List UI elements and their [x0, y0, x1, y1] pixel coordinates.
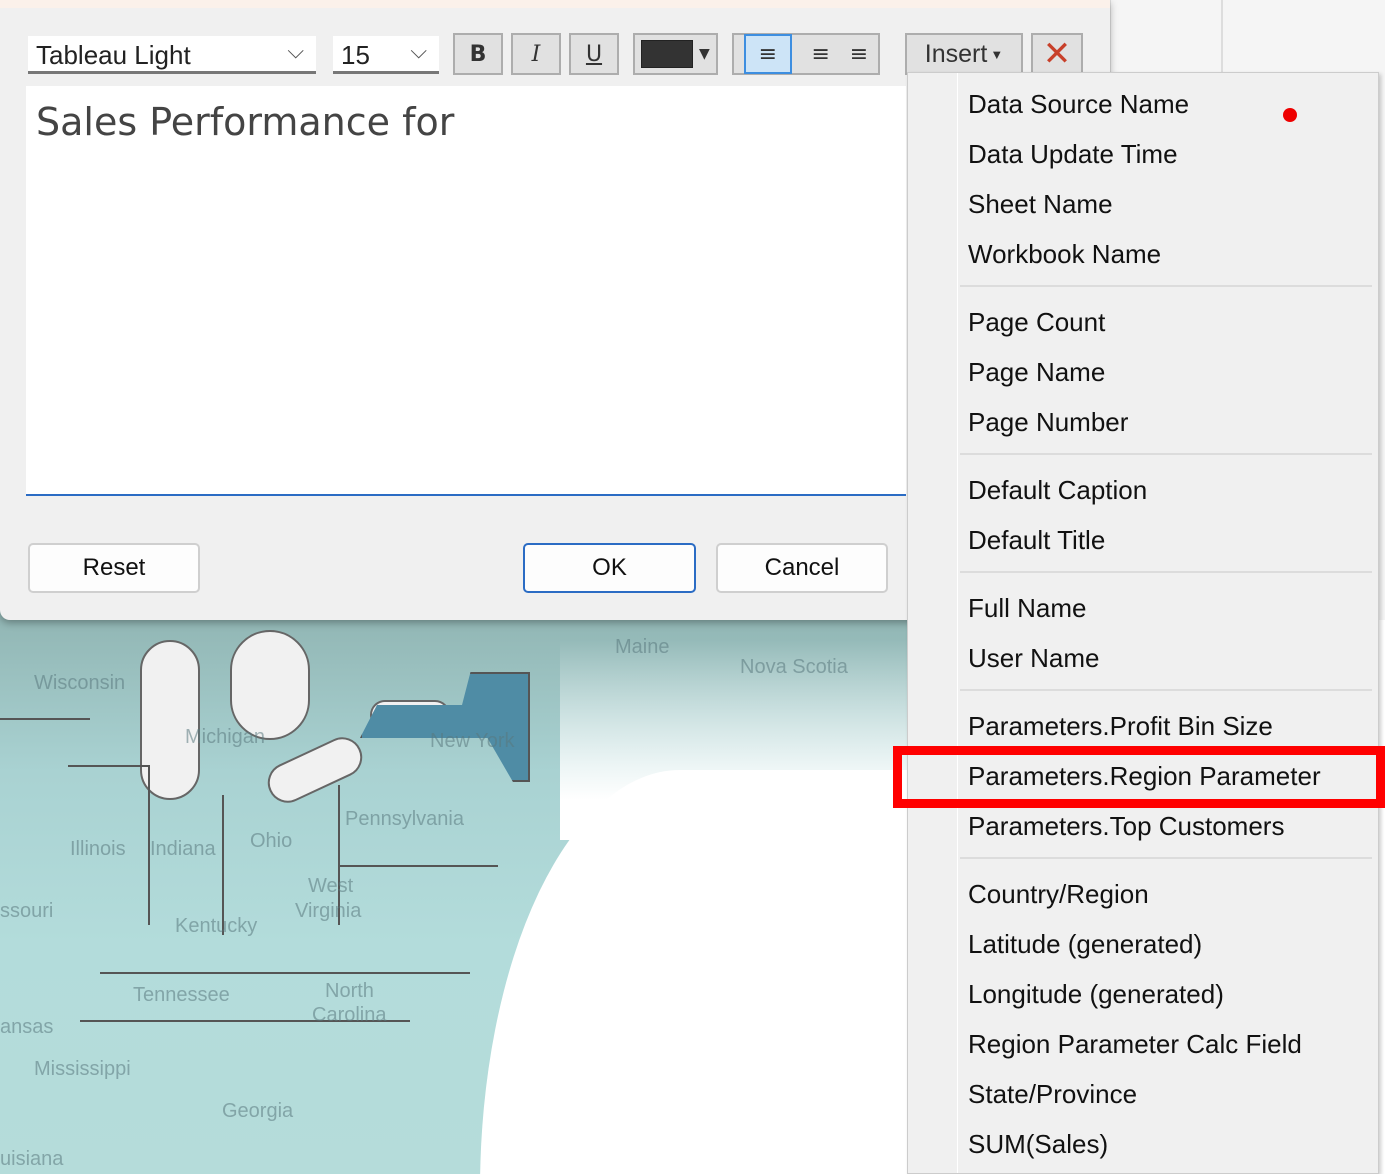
map-label: Georgia	[222, 1100, 294, 1122]
menu-item[interactable]: Region Parameter Calc Field	[968, 1019, 1302, 1069]
menu-item[interactable]: User Name	[968, 633, 1099, 683]
map-label: West	[308, 875, 354, 897]
italic-button[interactable]: I	[511, 33, 561, 75]
dropdown-arrow-icon: ▼	[990, 46, 1004, 62]
menu-item[interactable]: Data Update Time	[968, 129, 1178, 179]
menu-item[interactable]: Data Source Name	[968, 79, 1189, 129]
menu-item[interactable]: Page Count	[968, 297, 1105, 347]
menu-item[interactable]: Page Number	[968, 397, 1128, 447]
insert-menu: Data Source Name Data Update Time Sheet Na…	[907, 72, 1379, 1174]
menu-item[interactable]: Default Caption	[968, 465, 1147, 515]
align-right-icon[interactable]: ≡	[850, 42, 868, 67]
reset-button[interactable]: Reset	[28, 543, 200, 593]
menu-item[interactable]: Full Name	[968, 583, 1086, 633]
menu-separator	[960, 571, 1372, 573]
insert-button[interactable]: Insert ▼	[905, 33, 1023, 75]
font-size-value: 15	[341, 40, 370, 70]
menu-item[interactable]: Page Name	[968, 347, 1105, 397]
map-label: North	[325, 980, 374, 1002]
menu-item[interactable]: Country/Region	[968, 869, 1149, 919]
font-value: Tableau Light	[36, 40, 191, 70]
map-label: Virginia	[295, 900, 362, 922]
chevron-down-icon: ⌵	[287, 38, 304, 63]
menu-item[interactable]: Parameters.Profit Bin Size	[968, 701, 1273, 751]
menu-item[interactable]: Sheet Name	[968, 179, 1113, 229]
highlight-box	[893, 746, 1385, 808]
menu-item[interactable]: Parameters.Top Customers	[968, 801, 1284, 851]
color-swatch	[641, 40, 693, 68]
menu-item[interactable]: Default Title	[968, 515, 1105, 565]
align-left-icon[interactable]: ≡	[743, 34, 792, 74]
red-dot-marker	[1283, 108, 1297, 122]
map-label: Maine	[615, 636, 670, 658]
map-label: uisiana	[0, 1148, 64, 1170]
align-center-icon[interactable]: ≡	[812, 42, 830, 67]
map-label: Wisconsin	[34, 672, 126, 694]
menu-item[interactable]: State/Province	[968, 1069, 1137, 1119]
map-label: New York	[430, 730, 515, 752]
map-label: Ohio	[250, 830, 293, 852]
map-label: Mississippi	[34, 1058, 131, 1080]
underline-button[interactable]: U	[569, 33, 619, 75]
menu-separator	[960, 453, 1372, 455]
insert-label: Insert	[924, 39, 988, 68]
dropdown-arrow-icon: ▼	[699, 46, 710, 62]
map-label: ansas	[0, 1016, 54, 1038]
map-label: ssouri	[0, 900, 54, 922]
font-size-select[interactable]: 15 ⌵	[333, 36, 439, 74]
editor-text: Sales Performance for	[36, 100, 455, 144]
map-label: Pennsylvania	[345, 808, 464, 830]
map-background: Wisconsin Michigan New York Maine Nova S…	[0, 600, 910, 1174]
text-color-button[interactable]: ▼	[633, 33, 718, 75]
map-label: Kentucky	[175, 915, 258, 937]
new-york-state[interactable]	[360, 672, 530, 782]
menu-separator	[960, 689, 1372, 691]
map-label: Illinois	[70, 838, 126, 860]
map-label: Michigan	[185, 726, 266, 748]
chevron-down-icon: ⌵	[410, 38, 427, 63]
lake-erie	[261, 730, 369, 810]
menu-separator	[960, 857, 1372, 859]
menu-item[interactable]: Latitude (generated)	[968, 919, 1202, 969]
title-text-editor[interactable]: Sales Performance for	[26, 86, 906, 496]
menu-separator	[960, 285, 1372, 287]
font-select[interactable]: Tableau Light ⌵	[28, 36, 316, 74]
map-label: Indiana	[150, 838, 216, 860]
bold-button[interactable]: B	[453, 33, 503, 75]
cancel-button[interactable]: Cancel	[716, 543, 888, 593]
lake-huron	[230, 630, 310, 740]
ok-button[interactable]: OK	[523, 543, 696, 593]
alignment-group: ≡ ≡ ≡	[732, 33, 880, 75]
clear-formatting-icon[interactable]: ✕	[1031, 33, 1083, 75]
map-label: Carolina	[312, 1004, 387, 1026]
map-label: Nova Scotia	[740, 656, 848, 678]
map-label: Tennessee	[133, 984, 230, 1006]
menu-item[interactable]: SUM(Sales)	[968, 1119, 1108, 1169]
menu-item[interactable]: Workbook Name	[968, 229, 1161, 279]
menu-item[interactable]: Longitude (generated)	[968, 969, 1224, 1019]
